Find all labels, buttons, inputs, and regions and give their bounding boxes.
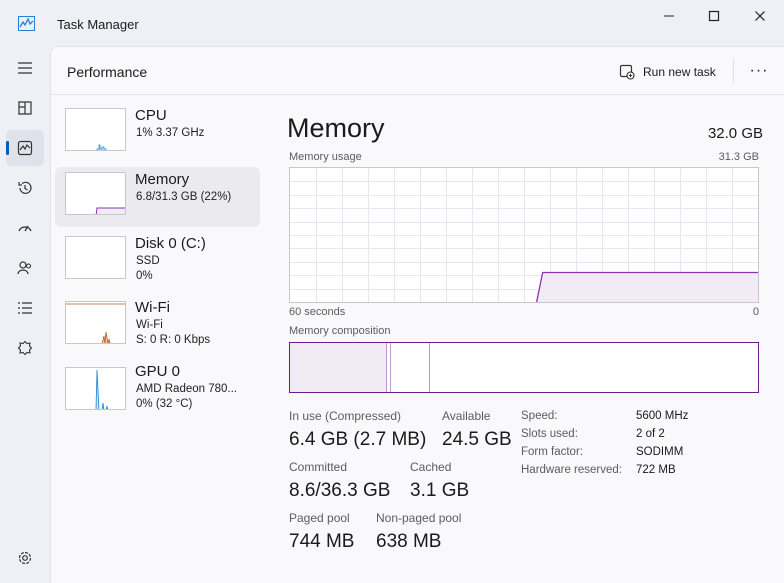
form-factor-key: Form factor: [521, 446, 583, 458]
services-icon [17, 340, 33, 356]
minimize-icon [664, 15, 674, 17]
more-options-button[interactable]: ··· [743, 57, 775, 85]
device-detail: 0% (32 °C) [136, 398, 193, 410]
device-item-memory[interactable]: Memory 6.8/31.3 GB (22%) [55, 167, 260, 227]
startup-apps-icon [18, 225, 32, 232]
run-new-task-icon [619, 64, 635, 80]
committed-value: 8.6/36.3 GB [289, 480, 391, 501]
settings-icon [18, 551, 32, 565]
slots-used-key: Slots used: [521, 428, 578, 440]
non-paged-pool-label: Non-paged pool [376, 511, 462, 525]
wifi-thumbnail-graph [65, 301, 126, 344]
memory-usage-max: 31.3 GB [718, 151, 759, 163]
users-icon [17, 261, 32, 275]
run-new-task-label: Run new task [643, 65, 716, 79]
nav-users[interactable] [6, 250, 44, 286]
device-detail: Wi-Fi [136, 319, 163, 331]
memory-usage-area [536, 272, 758, 302]
available-value: 24.5 GB [442, 429, 512, 450]
nav-app-history[interactable] [6, 170, 44, 206]
device-detail: SSD [136, 255, 160, 267]
device-name: Disk 0 (C:) [135, 235, 206, 252]
paged-pool-value: 744 MB [289, 531, 355, 552]
slots-used-value: 2 of 2 [636, 428, 665, 440]
memory-usage-plot [290, 168, 758, 303]
device-name: Wi-Fi [135, 299, 170, 316]
nav-startup-apps[interactable] [6, 210, 44, 246]
device-item-gpu[interactable]: GPU 0 AMD Radeon 780... 0% (32 °C) [55, 359, 260, 419]
paged-pool-label: Paged pool [289, 511, 350, 525]
speed-key: Speed: [521, 410, 558, 422]
hardware-reserved-value: 722 MB [636, 464, 676, 476]
device-name: GPU 0 [135, 363, 181, 380]
window-title: Task Manager [57, 17, 139, 32]
app-history-icon [18, 181, 32, 194]
hardware-reserved-key: Hardware reserved: [521, 464, 622, 476]
committed-label: Committed [289, 460, 348, 474]
in-use-value: 6.4 GB (2.7 MB) [289, 429, 427, 450]
memory-thumbnail-graph [65, 172, 126, 215]
header-divider [733, 59, 734, 83]
device-name: Memory [135, 171, 190, 188]
close-icon [755, 11, 765, 21]
device-list: CPU 1% 3.37 GHz Memory 6.8/31.3 GB (22%)… [55, 103, 260, 423]
page-title: Performance [67, 64, 148, 80]
form-factor-value: SODIMM [636, 446, 684, 458]
maximize-button[interactable] [691, 0, 737, 32]
navigation-rail [0, 46, 50, 583]
speed-value: 5600 MHz [636, 410, 689, 422]
memory-composition-label: Memory composition [289, 325, 391, 337]
composition-in-use[interactable] [290, 343, 388, 392]
device-item-cpu[interactable]: CPU 1% 3.37 GHz [55, 103, 260, 163]
nav-performance[interactable] [6, 130, 44, 166]
header-bar: Performance Run new task ··· [51, 47, 784, 95]
device-item-wifi[interactable]: Wi-Fi Wi-Fi S: 0 R: 0 Kbps [55, 295, 260, 355]
nav-processes[interactable] [6, 90, 44, 126]
axis-zero-label: 0 [752, 306, 759, 318]
device-detail: 0% [136, 270, 153, 282]
device-item-disk[interactable]: Disk 0 (C:) SSD 0% [55, 231, 260, 291]
menu-button[interactable] [6, 50, 44, 86]
composition-standby[interactable] [391, 343, 431, 392]
memory-usage-label: Memory usage [289, 151, 362, 163]
processes-icon [18, 101, 32, 115]
close-button[interactable] [737, 0, 783, 32]
performance-icon [17, 140, 33, 156]
nav-details[interactable] [6, 290, 44, 326]
memory-total: 32.0 GB [707, 125, 763, 142]
axis-time-label: 60 seconds [289, 306, 346, 318]
gpu-thumbnail-graph [65, 367, 126, 410]
memory-composition-bar [289, 342, 759, 393]
device-detail: 6.8/31.3 GB (22%) [136, 191, 232, 203]
disk-thumbnail-graph [65, 236, 126, 279]
title-bar: Task Manager [0, 0, 784, 46]
available-label: Available [442, 409, 491, 423]
maximize-icon [708, 10, 720, 22]
device-name: CPU [135, 107, 167, 124]
main-panel: Performance Run new task ··· CPU 1% 3.37… [50, 46, 784, 583]
nav-services[interactable] [6, 330, 44, 366]
device-detail: AMD Radeon 780... [136, 383, 238, 395]
cached-label: Cached [410, 460, 452, 474]
in-use-label: In use (Compressed) [289, 409, 402, 423]
cached-value: 3.1 GB [410, 480, 470, 501]
device-detail: S: 0 R: 0 Kbps [136, 334, 211, 346]
details-icon [18, 302, 32, 314]
non-paged-pool-value: 638 MB [376, 531, 442, 552]
memory-usage-graph [289, 167, 759, 303]
run-new-task-button[interactable]: Run new task [619, 60, 716, 84]
cpu-thumbnail-graph [65, 108, 126, 151]
nav-settings[interactable] [6, 540, 44, 576]
hamburger-menu-icon [18, 62, 32, 74]
device-detail: 1% 3.37 GHz [136, 127, 205, 139]
resource-title: Memory [287, 113, 385, 143]
minimize-button[interactable] [646, 0, 692, 32]
task-manager-app-icon [18, 16, 35, 31]
